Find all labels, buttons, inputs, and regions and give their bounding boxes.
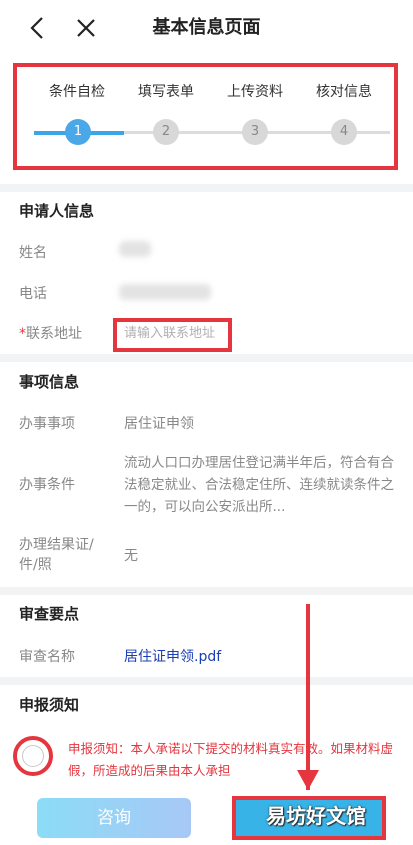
applicant-title: 申请人信息 — [19, 202, 95, 220]
item-label: 办事事项 — [19, 416, 75, 432]
address-label-text: 联系地址 — [26, 326, 82, 342]
close-icon[interactable] — [72, 14, 100, 42]
step-indicator: 条件自检 填写表单 上传资料 核对信息 1 2 3 4 — [0, 56, 413, 184]
phone-label: 电话 — [19, 286, 47, 302]
page-title: 基本信息页面 — [152, 17, 261, 38]
condition-label: 办事条件 — [19, 477, 75, 493]
condition-value: 流动人口口办理居住登记满半年后，符合有合法稳定就业、合法稳定住所、连续就读条件之… — [124, 455, 394, 515]
name-label: 姓名 — [19, 245, 47, 261]
annotation-arrow-line — [306, 604, 310, 790]
item-value: 居住证申领 — [124, 416, 194, 432]
back-arrow-icon[interactable] — [24, 14, 52, 42]
result-label: 办理结果证/件/照 — [19, 537, 94, 573]
step-label-3: 上传资料 — [227, 84, 283, 100]
address-label: *联系地址 — [19, 323, 82, 343]
review-name-label: 审查名称 — [19, 649, 75, 665]
step-dot-1[interactable]: 1 — [65, 119, 91, 145]
review-title: 审查要点 — [19, 605, 80, 623]
required-mark: * — [19, 326, 26, 342]
step-dot-4[interactable]: 4 — [331, 119, 357, 145]
step-label-1: 条件自检 — [49, 84, 105, 100]
highlight-box — [13, 63, 398, 170]
step-label-2: 填写表单 — [138, 84, 194, 100]
matter-title: 事项信息 — [19, 373, 80, 391]
address-input[interactable] — [124, 322, 228, 344]
agree-radio[interactable] — [22, 745, 44, 767]
step-dot-2[interactable]: 2 — [153, 119, 179, 145]
annotation-arrow-head — [297, 770, 319, 790]
step-dot-3[interactable]: 3 — [242, 119, 268, 145]
consult-button[interactable]: 咨询 — [37, 798, 191, 838]
review-file-link[interactable]: 居住证申领.pdf — [124, 646, 221, 666]
name-value-blurred — [119, 241, 151, 257]
declaration-title: 申报须知 — [19, 696, 80, 714]
step-label-4: 核对信息 — [316, 84, 372, 100]
declaration-text: 申报须知：本人承诺以下提交的材料真实有效。如果材料虚假，所造成的后果由本人承担 — [68, 741, 394, 778]
nav-bar: 基本信息页面 — [0, 0, 413, 56]
result-value: 无 — [124, 548, 138, 564]
phone-value-blurred — [119, 284, 211, 300]
watermark-text: 易坊好文馆 — [266, 804, 366, 828]
